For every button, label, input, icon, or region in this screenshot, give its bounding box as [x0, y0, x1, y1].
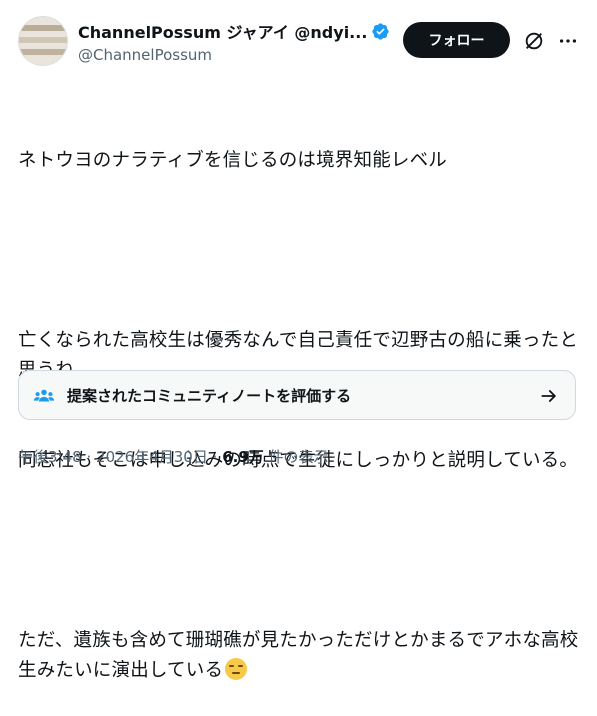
tweet-line: ただ、遺族も含めて珊瑚礁が見たかっただけとかまるでアホな高校生みたいに演出してい… — [18, 630, 579, 681]
tweet-line-last: ただ、遺族も含めて珊瑚礁が見たかっただけとかまるでアホな高校生みたいに演出してい… — [18, 626, 584, 686]
tweet-meta: 午後3:48 · 2026年4月30日 · 6.9万 件の表示 — [18, 446, 329, 467]
avatar[interactable] — [18, 16, 68, 66]
author-handle[interactable]: @ChannelPossum — [78, 46, 398, 64]
people-icon — [33, 389, 55, 402]
author-info[interactable]: ChannelPossum ジャアイ @ndyi... @ChannelPoss… — [78, 20, 398, 64]
tweet-line: ネトウヨのナラティブを信じるのは境界知能レベル — [18, 150, 447, 171]
arrow-right-icon — [541, 390, 556, 402]
verified-badge-icon — [372, 22, 390, 40]
tweet-time[interactable]: 午後3:48 — [18, 448, 82, 466]
display-name[interactable]: ChannelPossum ジャアイ @ndyi... — [78, 19, 367, 43]
tweet-date[interactable]: 2026年4月30日 — [96, 448, 208, 466]
views-count: 6.9万 — [222, 448, 264, 466]
tweet-line — [18, 236, 584, 266]
community-note-label: 提案されたコミュニティノートを評価する — [67, 387, 352, 405]
tweet-line — [18, 536, 584, 566]
more-horizontal-icon[interactable] — [557, 30, 579, 52]
views-label: 件の表示 — [268, 448, 329, 466]
community-note-button[interactable]: 提案されたコミュニティノートを評価する — [18, 370, 576, 420]
separator: · — [212, 448, 218, 466]
tweet-header: ChannelPossum ジャアイ @ndyi... @ChannelPoss… — [18, 16, 584, 72]
pensive-face-emoji-icon — [225, 658, 248, 680]
grok-slash-circle-icon[interactable] — [523, 30, 545, 52]
separator: · — [86, 448, 92, 466]
follow-button[interactable]: フォロー — [403, 22, 510, 58]
